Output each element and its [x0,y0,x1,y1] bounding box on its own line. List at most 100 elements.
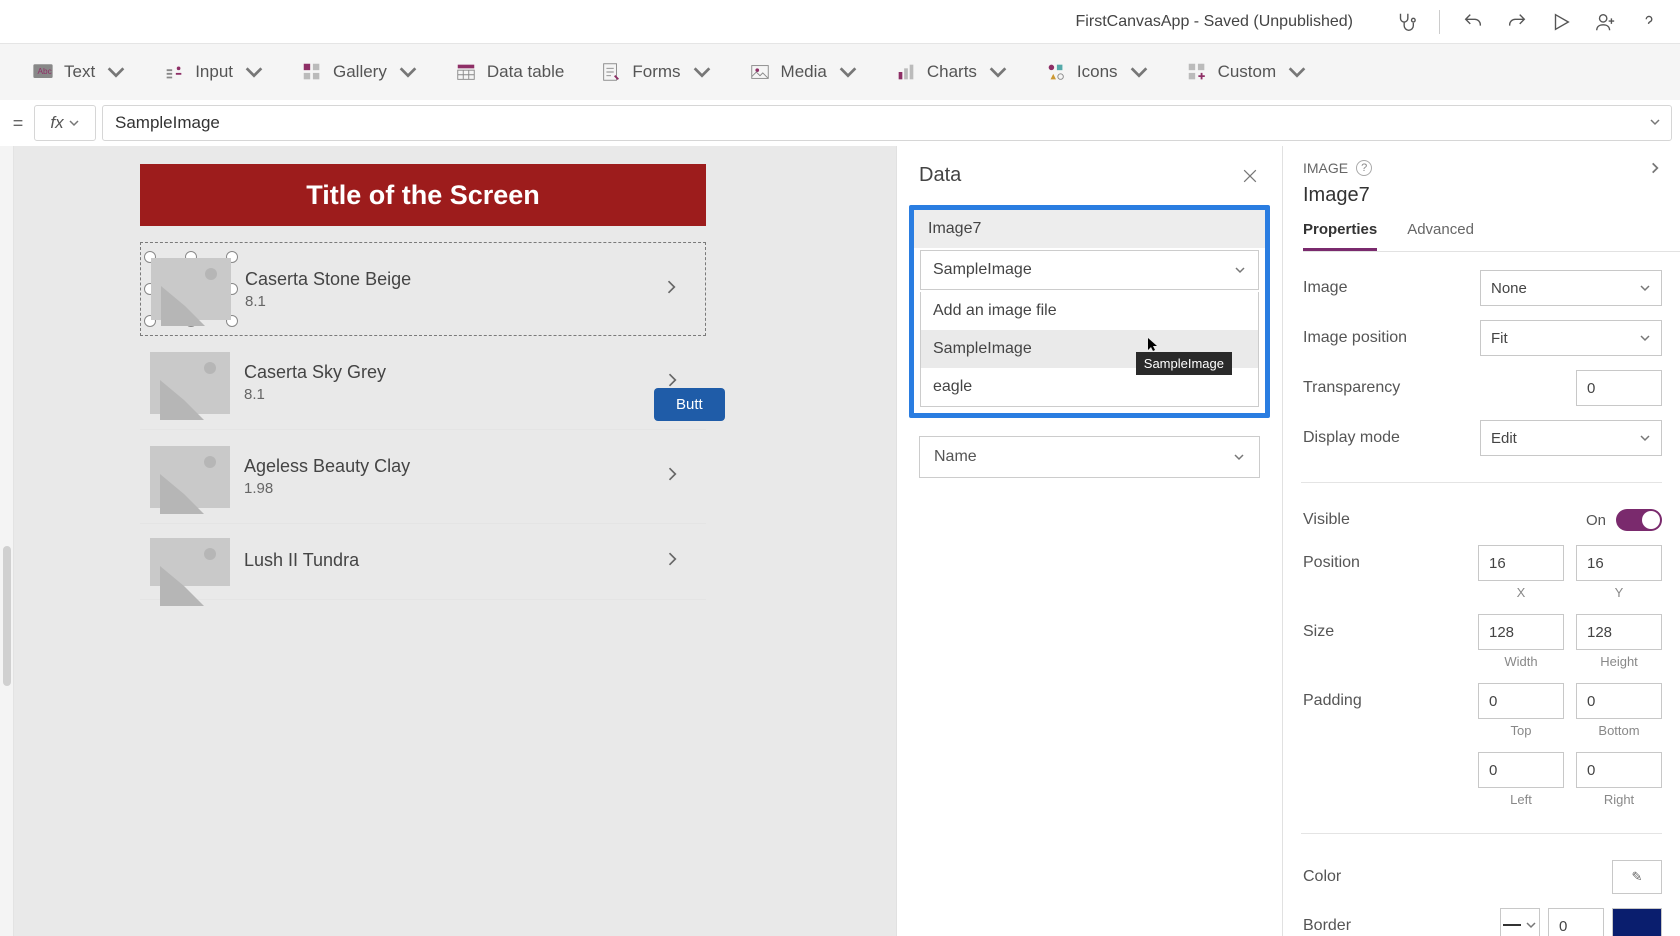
prop-label: Display mode [1303,429,1480,447]
left-rail[interactable] [0,146,14,936]
padding-right-input[interactable] [1576,752,1662,788]
ribbon-label: Forms [632,62,680,82]
dropdown-selected: Name [934,448,977,466]
border-color-swatch[interactable] [1612,908,1662,936]
prop-label: Position [1303,554,1478,572]
scrollbar-thumb[interactable] [3,546,11,686]
dropdown-value: Fit [1491,330,1508,347]
tab-properties[interactable]: Properties [1303,221,1377,251]
image-placeholder-icon [150,352,230,414]
screen-title-bar[interactable]: Title of the Screen [140,164,706,226]
ribbon-label: Gallery [333,62,387,82]
padding-top-input[interactable] [1478,683,1564,719]
redo-icon[interactable] [1506,11,1528,33]
gallery-item-selected[interactable]: Caserta Stone Beige 8.1 [140,242,706,336]
dropdown-option[interactable]: Add an image file [921,292,1258,330]
image-placeholder-icon [150,446,230,508]
option-label: SampleImage [933,340,1032,357]
properties-panel: IMAGE ? Image7 Properties Advanced Image… [1282,146,1680,936]
padding-left-input[interactable] [1478,752,1564,788]
gallery-item[interactable]: Ageless Beauty Clay 1.98 [140,430,706,524]
fx-button[interactable]: fx [34,105,96,141]
prop-position: Position [1303,545,1662,581]
ribbon-charts[interactable]: Charts [895,61,1009,83]
close-icon[interactable] [1240,166,1260,186]
sublabel: Bottom [1576,723,1662,738]
chevron-right-icon[interactable] [662,464,682,489]
position-y-input[interactable] [1576,545,1662,581]
ribbon-label: Icons [1077,62,1118,82]
data-panel-title: Data [919,164,961,187]
visible-toggle[interactable] [1616,509,1662,531]
ribbon-icons[interactable]: Icons [1045,61,1150,83]
toggle-state: On [1586,512,1606,529]
prop-transparency: Transparency [1303,370,1662,406]
image-data-dropdown[interactable]: SampleImage [920,250,1259,290]
border-width-input[interactable] [1548,908,1604,936]
option-label: Add an image file [933,302,1057,319]
color-picker-button[interactable]: ✎ [1612,860,1662,894]
dropdown-options: Add an image file SampleImage SampleImag… [920,292,1259,407]
option-label: eagle [933,378,972,395]
gallery-item[interactable]: Caserta Sky Grey 8.1 [140,336,706,430]
ribbon-media[interactable]: Media [749,61,859,83]
width-input[interactable] [1478,614,1564,650]
share-icon[interactable] [1594,11,1616,33]
prop-label: Transparency [1303,379,1576,397]
formula-input[interactable]: SampleImage [102,105,1672,141]
prop-label: Image [1303,279,1480,297]
data-panel: Data Image7 SampleImage Add an image fil… [896,146,1282,936]
prop-label: Size [1303,623,1478,641]
control-type-row: IMAGE ? [1303,160,1680,176]
ribbon-text[interactable]: Abc Text [32,61,127,83]
gallery[interactable]: Caserta Stone Beige 8.1 Caserta Sky Grey… [140,242,706,600]
transparency-input[interactable] [1576,370,1662,406]
prop-label: Image position [1303,329,1480,347]
image-placeholder-icon[interactable] [151,258,231,320]
chevron-right-icon[interactable] [662,549,682,574]
item-title: Caserta Sky Grey [244,362,386,383]
canvas-area[interactable]: Title of the Screen Caserta Stone Beige … [14,146,896,936]
ribbon-forms[interactable]: Forms [600,61,712,83]
screen-title-text: Title of the Screen [306,180,540,211]
prop-image-position: Image position Fit [1303,320,1662,356]
chevron-right-icon[interactable] [1648,161,1662,175]
screen-preview: Title of the Screen Caserta Stone Beige … [140,164,706,600]
canvas-button[interactable]: Butt [654,388,725,421]
sublabel: Top [1478,723,1564,738]
item-title: Ageless Beauty Clay [244,456,410,477]
sublabel: Left [1478,792,1564,807]
gallery-item[interactable]: Lush II Tundra [140,524,706,600]
chevron-right-icon[interactable] [661,277,681,302]
sublabel: Right [1576,792,1662,807]
highlight-region: Image7 SampleImage Add an image file Sam… [909,205,1270,418]
ribbon-label: Text [64,62,95,82]
height-input[interactable] [1576,614,1662,650]
ribbon-gallery[interactable]: Gallery [301,61,419,83]
ribbon-input[interactable]: Input [163,61,265,83]
padding-bottom-input[interactable] [1576,683,1662,719]
image-dropdown[interactable]: None [1480,270,1662,306]
border-style-dropdown[interactable] [1500,908,1540,936]
tab-advanced[interactable]: Advanced [1407,221,1474,251]
prop-border: Border [1303,908,1662,936]
dropdown-option[interactable]: eagle [921,368,1258,406]
undo-icon[interactable] [1462,11,1484,33]
ribbon-custom[interactable]: Custom [1186,61,1309,83]
name-dropdown[interactable]: Name [919,436,1260,478]
help-icon[interactable]: ? [1356,160,1372,176]
play-icon[interactable] [1550,11,1572,33]
ribbon-label: Custom [1218,62,1277,82]
help-icon[interactable] [1638,11,1660,33]
position-x-input[interactable] [1478,545,1564,581]
control-type-label: IMAGE [1303,160,1348,176]
stethoscope-icon[interactable] [1395,11,1417,33]
display-mode-dropdown[interactable]: Edit [1480,420,1662,456]
image-position-dropdown[interactable]: Fit [1480,320,1662,356]
prop-label: Padding [1303,692,1478,710]
ribbon-datatable[interactable]: Data table [455,61,565,83]
expand-formula-icon[interactable] [1649,113,1661,133]
image-placeholder-icon [150,538,230,586]
dropdown-option-hover[interactable]: SampleImage SampleImage [921,330,1258,368]
insert-ribbon: Abc Text Input Gallery Data table Forms … [0,44,1680,100]
